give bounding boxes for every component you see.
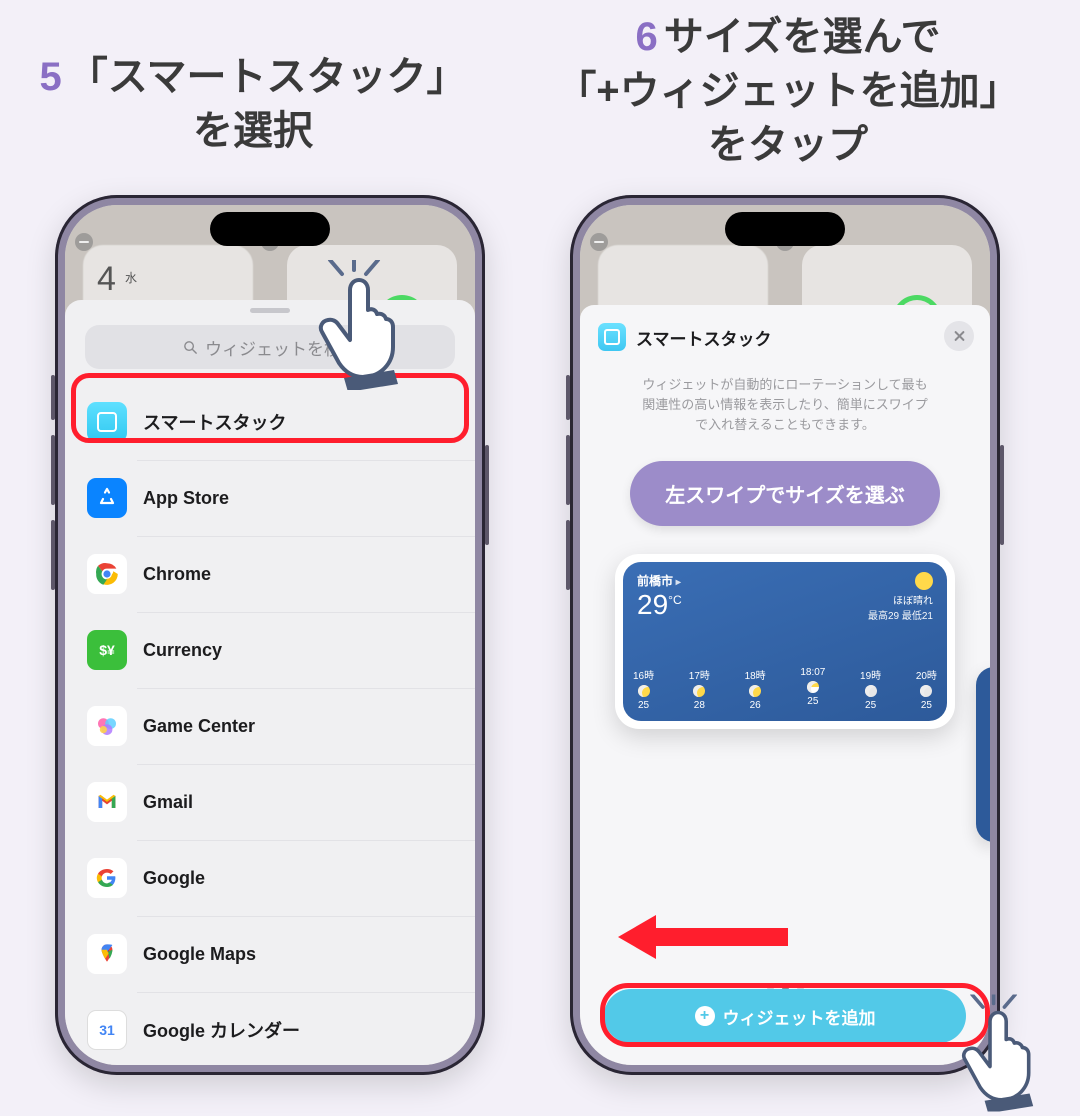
googlemaps-icon xyxy=(87,934,127,974)
sheet-description: ウィジェットが自動的にローテーションして最も 関連性の高い情報を表示したり、簡単… xyxy=(598,375,972,435)
sun-icon xyxy=(749,685,761,697)
smartstack-detail-sheet: スマートスタック ウィジェットが自動的にローテーションして最も 関連性の高い情報… xyxy=(580,305,990,1065)
tap-hand-icon xyxy=(310,260,430,390)
sun-icon xyxy=(638,685,650,697)
list-item-label: Google Maps xyxy=(143,944,256,965)
step6-title-l2: 「+ウィジェットを追加」 xyxy=(556,69,1019,113)
close-button[interactable] xyxy=(944,321,974,351)
sheet-grabber[interactable] xyxy=(250,308,290,313)
list-item-label: Chrome xyxy=(143,564,211,585)
sunset-icon xyxy=(807,681,819,693)
moon-icon xyxy=(865,685,877,697)
list-item-label: Gmail xyxy=(143,792,193,813)
calendar-weekday: 水 xyxy=(125,269,137,286)
next-widget-peek[interactable] xyxy=(976,667,990,842)
appstore-icon xyxy=(87,478,127,518)
sun-icon xyxy=(693,685,705,697)
remove-widget-icon[interactable] xyxy=(590,233,608,251)
search-icon xyxy=(182,339,199,356)
list-item-label: Google xyxy=(143,868,205,889)
plus-icon: + xyxy=(695,1006,715,1026)
gamecenter-icon xyxy=(87,706,127,746)
smartstack-icon xyxy=(598,323,626,351)
google-icon xyxy=(87,858,127,898)
step6-number: 6 xyxy=(635,15,657,59)
tap-hand-icon xyxy=(954,995,1062,1112)
widget-preview-card[interactable]: 前橋市 29°C ほぼ晴れ 最高29 最低21 16時25 17時28 18時2… xyxy=(615,554,955,729)
step5-title-l1: 「スマートスタック」 xyxy=(68,55,467,99)
screen-right: スマートスタック ウィジェットが自動的にローテーションして最も 関連性の高い情報… xyxy=(580,205,990,1065)
step5-heading: 5「スマートスタック」 を選択 xyxy=(8,50,498,158)
sun-icon xyxy=(915,572,933,590)
weather-hourly: 16時25 17時28 18時26 18:0725 19時25 20時25 xyxy=(633,667,937,711)
sheet-title: スマートスタック xyxy=(636,325,772,350)
list-item-appstore[interactable]: App Store xyxy=(65,460,475,536)
list-item-label: Google カレンダー xyxy=(143,1017,300,1043)
list-item-googlecalendar[interactable]: 31 Google カレンダー xyxy=(65,992,475,1065)
list-item-gmail[interactable]: Gmail xyxy=(65,764,475,840)
weather-widget: 前橋市 29°C ほぼ晴れ 最高29 最低21 16時25 17時28 18時2… xyxy=(623,562,947,721)
weather-condition: ほぼ晴れ xyxy=(868,592,933,607)
calendar-day: 4 xyxy=(97,260,116,299)
list-item-label: App Store xyxy=(143,488,229,509)
smartstack-icon xyxy=(87,402,127,442)
list-item-gamecenter[interactable]: Game Center xyxy=(65,688,475,764)
remove-widget-icon[interactable] xyxy=(261,233,279,251)
swipe-arrow-icon xyxy=(618,915,788,959)
list-item-label: Currency xyxy=(143,640,222,661)
step5-title-l2: を選択 xyxy=(193,109,313,153)
list-item-smartstack[interactable]: スマートスタック xyxy=(65,384,475,460)
swipe-hint-bubble: 左スワイプでサイズを選ぶ xyxy=(630,461,940,526)
widget-app-list: スマートスタック App Store Chrome $¥ Currency Ga… xyxy=(65,384,475,1065)
add-widget-label: ウィジェットを追加 xyxy=(723,1004,876,1029)
chrome-icon xyxy=(87,554,127,594)
list-item-googlemaps[interactable]: Google Maps xyxy=(65,916,475,992)
step6-title-l3: をタップ xyxy=(708,123,868,167)
widget-picker-sheet: ウィジェットを検索 スマートスタック App Store Chrome $¥ xyxy=(65,300,475,1065)
remove-widget-icon[interactable] xyxy=(776,233,794,251)
list-item-label: スマートスタック xyxy=(143,409,286,435)
remove-widget-icon[interactable] xyxy=(75,233,93,251)
moon-icon xyxy=(920,685,932,697)
list-item-label: Game Center xyxy=(143,716,255,737)
step6-heading: 6サイズを選んで 「+ウィジェットを追加」 をタップ xyxy=(508,10,1068,172)
phone-frame-right: スマートスタック ウィジェットが自動的にローテーションして最も 関連性の高い情報… xyxy=(570,195,1000,1075)
list-item-currency[interactable]: $¥ Currency xyxy=(65,612,475,688)
gmail-icon xyxy=(87,782,127,822)
step5-number: 5 xyxy=(39,55,61,99)
googlecalendar-icon: 31 xyxy=(87,1010,127,1050)
weather-hilo: 最高29 最低21 xyxy=(868,607,933,622)
list-item-google[interactable]: Google xyxy=(65,840,475,916)
list-item-chrome[interactable]: Chrome xyxy=(65,536,475,612)
currency-icon: $¥ xyxy=(87,630,127,670)
add-widget-button[interactable]: + ウィジェットを追加 xyxy=(604,989,966,1043)
step6-title-l1: サイズを選んで xyxy=(664,15,941,59)
